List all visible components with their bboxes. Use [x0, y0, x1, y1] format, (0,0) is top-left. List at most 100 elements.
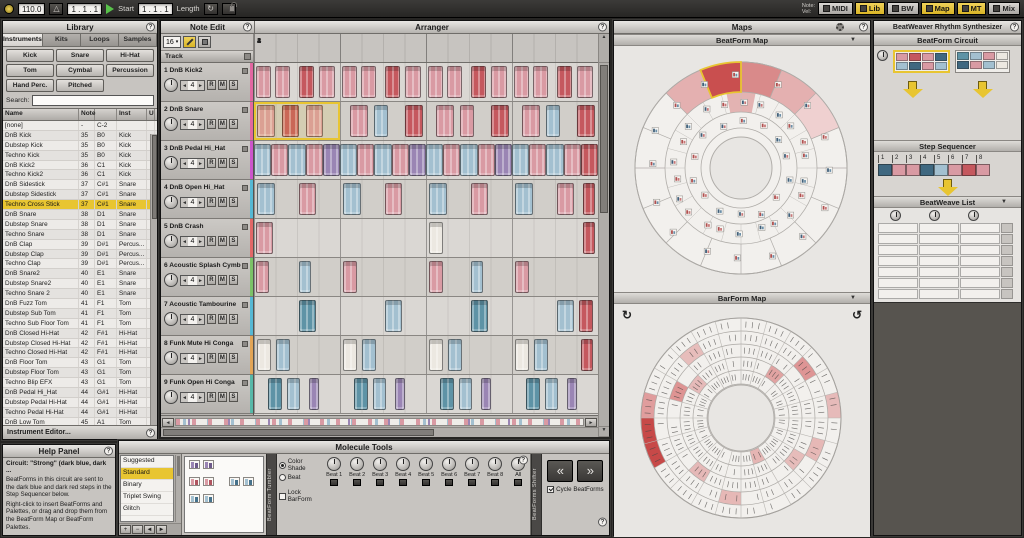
- pattern-block[interactable]: [577, 105, 594, 137]
- category-button[interactable]: Kick: [6, 49, 54, 62]
- row-handle[interactable]: [1001, 245, 1013, 255]
- library-row[interactable]: DnB Kick 35 B0 Kick: [3, 131, 157, 141]
- track-knob[interactable]: [164, 273, 178, 287]
- library-row[interactable]: Techno Cross Stick 37 C#1 Snare: [3, 200, 157, 210]
- pattern-block[interactable]: [385, 66, 400, 98]
- mute-button[interactable]: M: [218, 353, 227, 363]
- beat-knob[interactable]: [396, 457, 410, 471]
- library-row[interactable]: DnB Clap 39 D#1 Percus...: [3, 240, 157, 250]
- beat-knob-button[interactable]: [445, 479, 453, 486]
- library-row[interactable]: Dubstep Pedal Hi-Hat 44 G#1 Hi-Hat: [3, 398, 157, 408]
- library-row[interactable]: Dubstep Kick 35 B0 Kick: [3, 141, 157, 151]
- solo-button[interactable]: S: [229, 236, 238, 246]
- arranger-lane[interactable]: [254, 219, 598, 258]
- solo-button[interactable]: S: [229, 353, 238, 363]
- row-handle[interactable]: [1001, 223, 1013, 233]
- circuit-group-a[interactable]: [893, 50, 950, 73]
- cycle-beatforms-checkbox[interactable]: [547, 486, 554, 493]
- library-row[interactable]: Dubstep Snare 38 D1 Snare: [3, 220, 157, 230]
- solo-button[interactable]: S: [229, 275, 238, 285]
- view-button[interactable]: Mix: [988, 2, 1020, 15]
- library-tab[interactable]: Instruments: [3, 34, 43, 46]
- pattern-block[interactable]: [256, 66, 271, 98]
- overview-left-button[interactable]: ◄: [162, 418, 174, 427]
- pattern-block[interactable]: [357, 144, 374, 176]
- pattern-block[interactable]: [557, 183, 574, 215]
- help-icon[interactable]: ?: [146, 428, 155, 437]
- collapse-icon[interactable]: ▼: [850, 37, 856, 43]
- track-knob[interactable]: [164, 234, 178, 248]
- mute-button[interactable]: M: [218, 392, 227, 402]
- pattern-block[interactable]: [440, 378, 454, 410]
- collapse-icon[interactable]: ▼: [1001, 199, 1007, 205]
- beat-knob[interactable]: [442, 457, 456, 471]
- library-tab[interactable]: Loops: [81, 34, 119, 46]
- pattern-block[interactable]: [350, 105, 367, 137]
- preset-item[interactable]: Binary: [121, 480, 173, 492]
- circuit-group-b[interactable]: [955, 50, 1010, 73]
- track-step-count[interactable]: ◄ 4 ►: [180, 80, 205, 91]
- help-icon[interactable]: ?: [104, 447, 113, 456]
- mute-button[interactable]: M: [218, 314, 227, 324]
- track-knob[interactable]: [164, 312, 178, 326]
- preset-item[interactable]: Standard: [121, 468, 173, 480]
- row-handle[interactable]: [1001, 267, 1013, 277]
- pattern-block[interactable]: [299, 300, 316, 332]
- library-row[interactable]: DnB Fuzz Tom 41 F1 Tom: [3, 299, 157, 309]
- track-step-count[interactable]: ◄ 4 ►: [180, 236, 205, 247]
- library-row[interactable]: Dubstep Snare2 40 E1 Snare: [3, 279, 157, 289]
- pattern-block[interactable]: [276, 339, 290, 371]
- library-row[interactable]: DnB Sidestick 37 C#1 Snare: [3, 180, 157, 190]
- library-row[interactable]: DnB Kick2 36 C1 Kick: [3, 161, 157, 171]
- solo-button[interactable]: S: [229, 392, 238, 402]
- pattern-block[interactable]: [342, 66, 357, 98]
- pattern-block[interactable]: [471, 183, 488, 215]
- brush-tool-button[interactable]: [198, 36, 211, 48]
- library-row[interactable]: Dubstep Closed Hi-Hat 42 F#1 Hi-Hat: [3, 339, 157, 349]
- beat-knob[interactable]: [327, 457, 341, 471]
- view-button[interactable]: Map: [921, 2, 955, 15]
- track-step-count[interactable]: ◄ 4 ►: [180, 119, 205, 130]
- pattern-block[interactable]: [374, 144, 391, 176]
- position-display[interactable]: 1 . 1 . 1: [67, 3, 102, 15]
- circuit-cell[interactable]: [970, 52, 982, 60]
- row-handle[interactable]: [1001, 278, 1013, 288]
- arranger-overview[interactable]: ◄ ►: [161, 415, 598, 427]
- pattern-block[interactable]: [323, 144, 340, 176]
- pattern-block[interactable]: [491, 66, 506, 98]
- track-header[interactable]: 6 Acoustic Splash Cymb ◄ 4 ► R M S: [161, 258, 253, 297]
- track-header[interactable]: 8 Funk Mute Hi Conga ◄ 4 ► R M S: [161, 336, 253, 375]
- solo-button[interactable]: S: [229, 197, 238, 207]
- pattern-block[interactable]: [514, 66, 529, 98]
- pattern-block[interactable]: [256, 261, 270, 293]
- pattern-block[interactable]: [557, 66, 572, 98]
- mute-button[interactable]: M: [218, 80, 227, 90]
- solo-button[interactable]: S: [229, 158, 238, 168]
- preset-tool-button[interactable]: ►: [156, 525, 167, 534]
- beatweave-row[interactable]: [878, 278, 1017, 288]
- category-button[interactable]: Pitched: [56, 79, 104, 92]
- pattern-block[interactable]: [526, 378, 540, 410]
- shift-left-button[interactable]: «: [547, 460, 573, 482]
- pattern-block[interactable]: [392, 144, 409, 176]
- play-icon[interactable]: [106, 4, 114, 14]
- beat-knob[interactable]: [465, 457, 479, 471]
- preset-tool-button[interactable]: −: [132, 525, 143, 534]
- beat-knob-button[interactable]: [514, 479, 522, 486]
- track-header[interactable]: 3 DnB Pedal Hi_Hat ◄ 4 ► R M S: [161, 141, 253, 180]
- category-button[interactable]: Hand Perc.: [6, 79, 54, 92]
- scroll-up-button[interactable]: ▲: [598, 34, 609, 63]
- shift-right-button[interactable]: »: [577, 460, 603, 482]
- beatweave-row[interactable]: [878, 256, 1017, 266]
- pattern-block[interactable]: [512, 144, 529, 176]
- pencil-tool-button[interactable]: [183, 36, 196, 48]
- circuit-cell[interactable]: [957, 61, 969, 69]
- library-tab[interactable]: Samples: [119, 34, 157, 46]
- pattern-block[interactable]: [340, 144, 357, 176]
- beatweave-list-header[interactable]: BeatWeave List ▼: [874, 196, 1021, 208]
- pattern-block[interactable]: [460, 105, 474, 137]
- view-button[interactable]: Lib: [855, 2, 885, 15]
- pattern-block[interactable]: [564, 144, 581, 176]
- circuit-cell[interactable]: [909, 62, 921, 70]
- pattern-block[interactable]: [448, 339, 462, 371]
